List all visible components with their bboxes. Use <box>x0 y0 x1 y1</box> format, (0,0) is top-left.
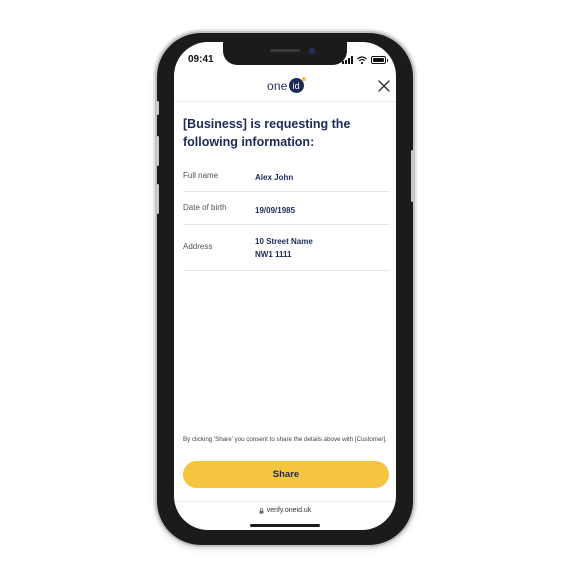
field-value: 19/09/1985 <box>255 206 296 215</box>
power-button <box>411 150 414 202</box>
info-row-full-name: Full name Alex John <box>183 167 389 192</box>
field-label: Full name <box>183 171 219 180</box>
camera <box>309 48 315 54</box>
url-bar[interactable]: verify.oneid.uk <box>174 501 396 515</box>
info-row-date-of-birth: Date of birth 19/09/1985 <box>183 192 389 225</box>
notch <box>223 42 347 65</box>
consent-text: By clicking 'Share' you consent to share… <box>183 436 387 443</box>
volume-up-button <box>156 136 159 166</box>
phone-screen: 09:41 one id [Business] is requesting th… <box>174 42 396 530</box>
logo-badge-text: id <box>292 80 300 91</box>
logo-badge: id <box>288 77 306 93</box>
oneid-logo: one id <box>267 77 306 93</box>
status-time: 09:41 <box>188 54 214 65</box>
field-value: NW1 1111 <box>255 250 292 259</box>
field-value: Alex John <box>255 173 294 182</box>
request-heading: [Business] is requesting the following i… <box>183 117 351 149</box>
volume-down-button <box>156 184 159 214</box>
info-row-address: Address 10 Street Name NW1 1111 <box>183 225 389 271</box>
wifi-icon <box>357 56 367 64</box>
silent-switch <box>156 101 159 115</box>
battery-icon <box>371 56 388 64</box>
status-icons <box>342 55 388 64</box>
close-icon[interactable] <box>377 79 391 93</box>
url-text: verify.oneid.uk <box>266 507 312 514</box>
field-label: Address <box>183 242 213 251</box>
home-indicator[interactable] <box>250 524 320 527</box>
lock-icon <box>259 507 264 514</box>
speaker <box>270 49 300 52</box>
field-value: 10 Street Name <box>255 237 313 246</box>
share-button[interactable]: Share <box>183 461 389 488</box>
signal-icon <box>342 56 353 64</box>
logo-text: one <box>267 78 288 93</box>
field-label: Date of birth <box>183 203 227 212</box>
app-header: one id <box>174 74 396 102</box>
logo-dot <box>301 77 306 81</box>
